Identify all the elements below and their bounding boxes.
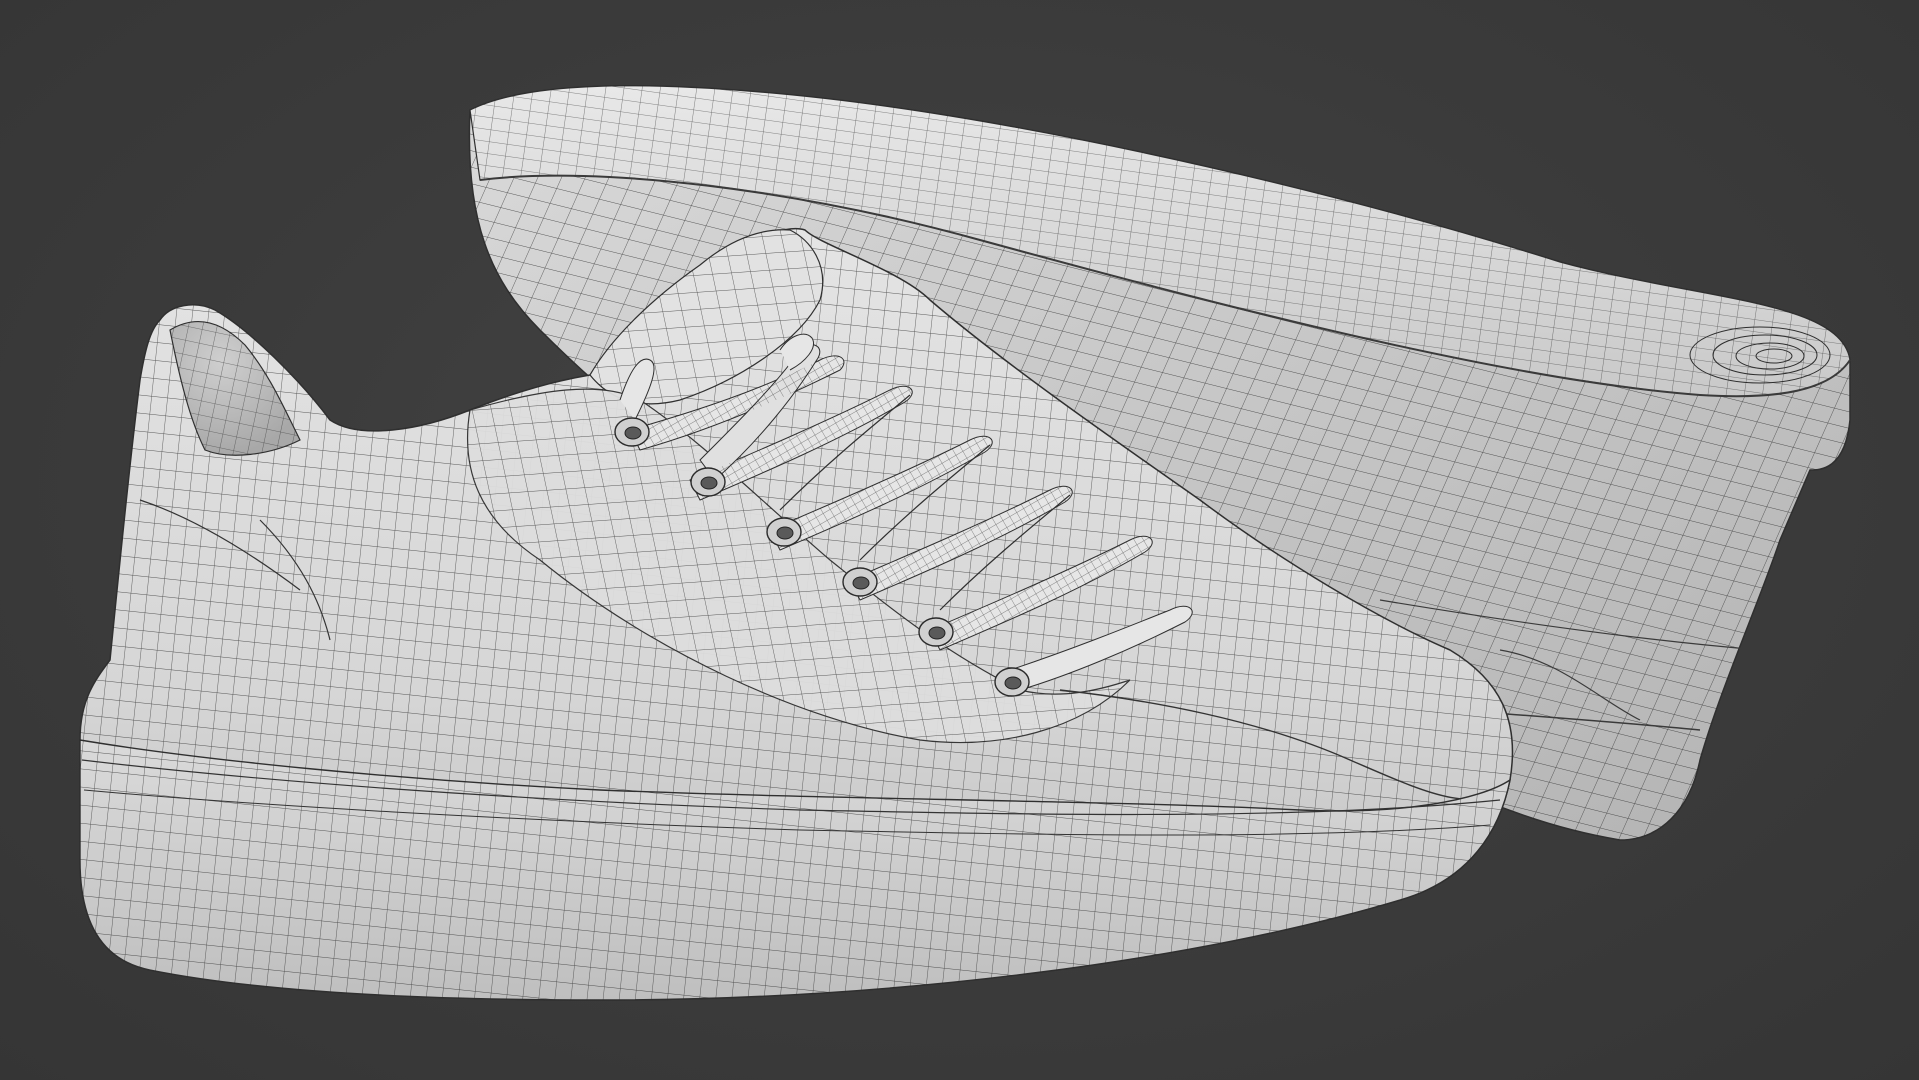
eyelet-hole bbox=[928, 626, 946, 640]
eyelet-hole bbox=[1004, 676, 1022, 690]
eyelet-hole bbox=[624, 426, 642, 440]
3d-viewport bbox=[0, 0, 1919, 1080]
eyelet-hole bbox=[776, 526, 794, 540]
render-scene bbox=[79, 85, 1851, 1001]
eyelet-hole bbox=[852, 576, 870, 590]
eyelet-hole bbox=[700, 476, 718, 490]
